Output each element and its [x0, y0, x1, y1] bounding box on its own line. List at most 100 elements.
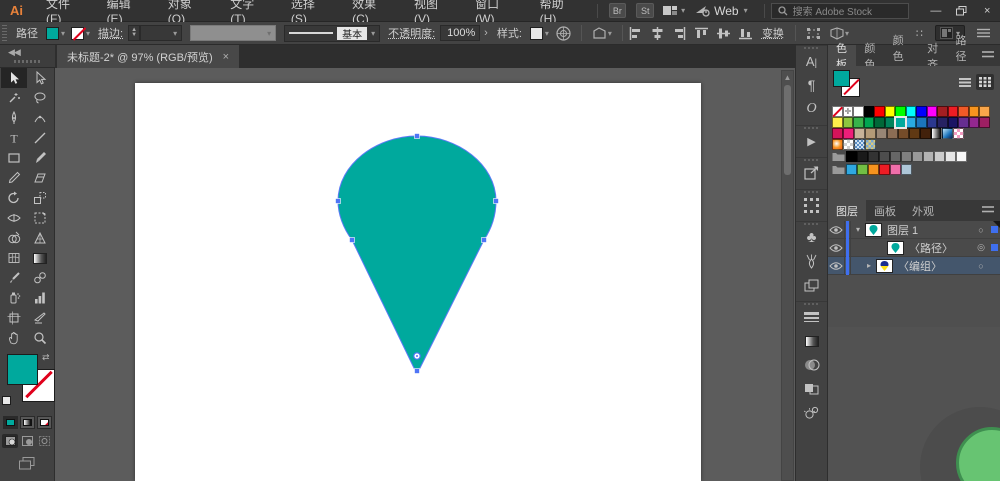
minimize-button[interactable]: —: [923, 0, 949, 21]
curvature-tool[interactable]: [27, 108, 53, 128]
pathfinder-panel-icon[interactable]: [796, 377, 827, 401]
visibility-eye-icon[interactable]: [828, 221, 845, 239]
scale-tool[interactable]: [27, 188, 53, 208]
transparency-panel-icon[interactable]: [796, 353, 827, 377]
swatch[interactable]: [895, 106, 906, 117]
transform-panel-icon[interactable]: [796, 193, 827, 217]
grid-view-button[interactable]: [976, 74, 994, 90]
align-bottom-icon[interactable]: [739, 27, 752, 40]
list-view-button[interactable]: [956, 74, 974, 90]
drag-handle[interactable]: [14, 60, 40, 63]
close-document-icon[interactable]: ×: [223, 51, 229, 63]
swatch[interactable]: [901, 164, 912, 175]
swatch[interactable]: [945, 151, 956, 162]
swatch[interactable]: [846, 151, 857, 162]
fill-color-dropdown[interactable]: ▾: [46, 27, 65, 40]
swatch[interactable]: [857, 151, 868, 162]
variable-width-profile-dropdown[interactable]: 基本 ▾: [284, 25, 380, 42]
swatch[interactable]: [948, 117, 959, 128]
swatch[interactable]: [937, 117, 948, 128]
swatch[interactable]: [942, 128, 953, 139]
swatch[interactable]: [934, 151, 945, 162]
select-similar-icon[interactable]: [806, 27, 821, 40]
swatches-tab-对齐[interactable]: 对齐: [919, 45, 947, 66]
align-right-icon[interactable]: [673, 27, 686, 40]
selection-tool[interactable]: [1, 68, 27, 88]
swatches-tab-路径查[interactable]: 路径查: [947, 45, 982, 66]
swatch[interactable]: [956, 151, 967, 162]
visibility-eye-icon[interactable]: [828, 257, 845, 275]
swatch[interactable]: [846, 164, 857, 175]
eyedropper-tool[interactable]: [1, 268, 27, 288]
layer-row-图层 1[interactable]: ▾图层 1○: [828, 221, 1000, 239]
symbols-panel-icon[interactable]: ♣: [796, 225, 827, 249]
shape-builder-tool[interactable]: [1, 228, 27, 248]
swatch[interactable]: [868, 164, 879, 175]
vertical-scrollbar[interactable]: ▲: [781, 70, 794, 481]
swatch[interactable]: [853, 117, 864, 128]
swatch[interactable]: [874, 106, 885, 117]
swatch[interactable]: [865, 139, 876, 150]
shape-properties-dropdown[interactable]: ▾: [592, 27, 612, 40]
opacity-label[interactable]: 不透明度:: [388, 25, 435, 41]
draw-normal-button[interactable]: [2, 434, 18, 448]
gradient-button[interactable]: [20, 416, 35, 429]
swatch[interactable]: [843, 139, 854, 150]
swatch[interactable]: [979, 117, 990, 128]
swatch[interactable]: [906, 117, 917, 128]
layers-panel-menu-icon[interactable]: [982, 205, 994, 217]
layer-row-〈编组〉[interactable]: ▸〈编组〉○: [828, 257, 1000, 275]
anchor-point[interactable]: [415, 134, 420, 139]
swatch[interactable]: [895, 117, 906, 128]
draw-inside-button[interactable]: [36, 434, 52, 448]
blend-tool[interactable]: [27, 268, 53, 288]
swatch[interactable]: [890, 164, 901, 175]
swatch[interactable]: [920, 128, 931, 139]
hand-tool[interactable]: [1, 328, 27, 348]
swatch[interactable]: [927, 106, 938, 117]
layers-tab-外观[interactable]: 外观: [904, 200, 942, 221]
swatch[interactable]: [887, 128, 898, 139]
anchor-point[interactable]: [494, 199, 499, 204]
line-segment-tool[interactable]: [27, 128, 53, 148]
graphic-styles-panel-icon[interactable]: [796, 273, 827, 297]
swatch[interactable]: [927, 117, 938, 128]
anchor-point[interactable]: [336, 199, 341, 204]
swatch[interactable]: [843, 117, 854, 128]
opentype-panel-icon[interactable]: O: [796, 97, 827, 121]
swatch[interactable]: [969, 106, 980, 117]
swatch[interactable]: [832, 139, 843, 150]
align-center-icon[interactable]: [651, 27, 664, 40]
free-transform-tool[interactable]: [27, 208, 53, 228]
swatch[interactable]: [948, 106, 959, 117]
align-top-icon[interactable]: [695, 27, 708, 40]
swatch[interactable]: [885, 106, 896, 117]
selection-indicator[interactable]: [988, 244, 1000, 251]
opacity-more-button[interactable]: ›: [484, 27, 488, 39]
swatch[interactable]: [906, 106, 917, 117]
column-graph-tool[interactable]: [27, 288, 53, 308]
swatch[interactable]: [832, 128, 843, 139]
lasso-tool[interactable]: [27, 88, 53, 108]
direct-selection-tool[interactable]: [27, 68, 53, 88]
recolor-artwork-icon[interactable]: [556, 26, 571, 41]
swatch[interactable]: [864, 106, 875, 117]
registration-swatch[interactable]: [843, 106, 854, 117]
swatch[interactable]: [890, 151, 901, 162]
paintbrush-tool[interactable]: [27, 148, 53, 168]
swatch[interactable]: [898, 128, 909, 139]
stock-button[interactable]: St: [636, 3, 654, 18]
target-circle-icon[interactable]: ◎: [974, 242, 988, 253]
swatch[interactable]: [853, 106, 864, 117]
swatch[interactable]: [931, 128, 942, 139]
profile-dropdown[interactable]: Web ▾: [714, 4, 747, 18]
default-fill-stroke-icon[interactable]: [2, 396, 11, 405]
magic-wand-tool[interactable]: [1, 88, 27, 108]
swatch[interactable]: [916, 106, 927, 117]
adobe-stock-search[interactable]: 搜索 Adobe Stock: [771, 3, 909, 19]
swatch[interactable]: [865, 128, 876, 139]
swatch[interactable]: [857, 164, 868, 175]
rotate-tool[interactable]: [1, 188, 27, 208]
swatch[interactable]: [909, 128, 920, 139]
pen-tool[interactable]: [1, 108, 27, 128]
